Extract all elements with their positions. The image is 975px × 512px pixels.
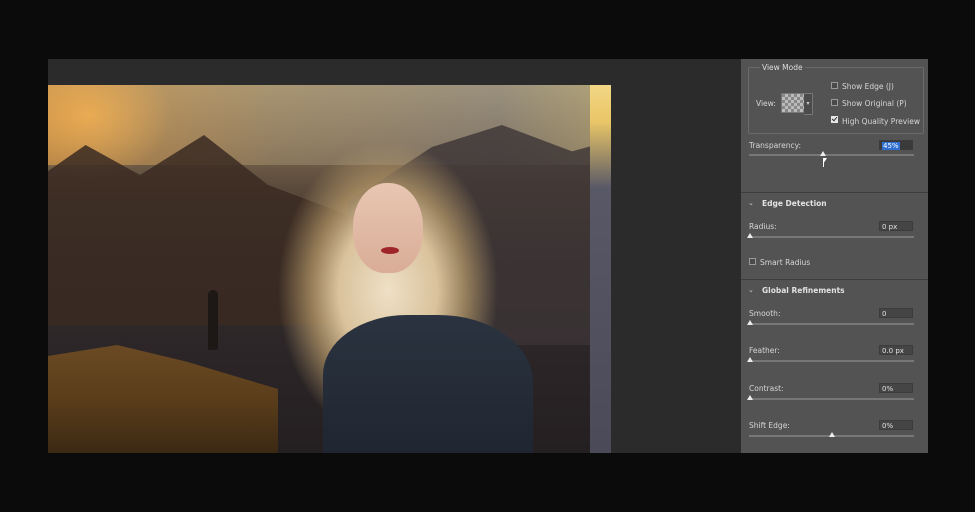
transparency-input[interactable]: 45%: [879, 140, 913, 150]
feather-slider-thumb[interactable]: [747, 357, 753, 362]
smooth-input[interactable]: 0: [879, 308, 913, 318]
feather-slider-track[interactable]: [749, 360, 914, 362]
smart-radius-checkbox[interactable]: [749, 258, 756, 265]
shift-edge-slider-thumb[interactable]: [829, 432, 835, 437]
view-label: View:: [756, 99, 776, 108]
shift-edge-input[interactable]: 0%: [879, 420, 913, 430]
photo-subject-body: [323, 315, 533, 453]
radius-slider-track[interactable]: [749, 236, 914, 238]
chevron-down-icon[interactable]: ⌄: [748, 286, 754, 294]
edge-detection-title: Edge Detection: [762, 199, 827, 208]
view-mode-title: View Mode: [760, 63, 805, 72]
feather-input[interactable]: 0.0 px: [879, 345, 913, 355]
checkerboard-icon[interactable]: [781, 93, 805, 113]
show-edge-checkbox[interactable]: [831, 82, 838, 89]
transparency-slider-thumb[interactable]: [820, 151, 827, 156]
chevron-down-icon[interactable]: ⌄: [748, 199, 754, 207]
edge-detection-header[interactable]: ⌄ Edge Detection: [741, 194, 928, 214]
transparency-value: 45%: [882, 142, 900, 150]
global-refinements-header[interactable]: ⌄ Global Refinements: [741, 281, 928, 301]
radius-slider-thumb[interactable]: [747, 233, 753, 238]
properties-panel: View Mode View: ▾ Show Edge (J) Show Ori…: [741, 59, 928, 453]
photo-ground: [48, 345, 278, 453]
show-original-checkbox[interactable]: [831, 99, 838, 106]
contrast-label: Contrast:: [749, 384, 784, 393]
select-and-mask-window: View Mode View: ▾ Show Edge (J) Show Ori…: [48, 59, 928, 453]
photo-distant-figure: [208, 290, 218, 350]
radius-label: Radius:: [749, 222, 777, 231]
photo-subject-lips: [381, 247, 399, 254]
smart-radius-label: Smart Radius: [760, 258, 811, 267]
smooth-slider-track[interactable]: [749, 323, 914, 325]
transparency-label: Transparency:: [749, 141, 802, 150]
high-quality-preview-label: High Quality Preview: [842, 117, 920, 126]
chevron-down-icon[interactable]: ▾: [804, 93, 813, 115]
show-original-label: Show Original (P): [842, 99, 907, 108]
smooth-slider-thumb[interactable]: [747, 320, 753, 325]
photo-canvas[interactable]: [48, 85, 611, 453]
shift-edge-label: Shift Edge:: [749, 421, 790, 430]
photo-subject-face: [353, 183, 423, 273]
smooth-label: Smooth:: [749, 309, 781, 318]
global-refinements-title: Global Refinements: [762, 286, 845, 295]
section-divider: [741, 279, 928, 280]
photo-right-edge: [590, 85, 611, 453]
canvas-area[interactable]: [48, 59, 741, 453]
contrast-slider-track[interactable]: [749, 398, 914, 400]
high-quality-preview-checkbox[interactable]: [831, 116, 838, 123]
feather-label: Feather:: [749, 346, 780, 355]
contrast-input[interactable]: 0%: [879, 383, 913, 393]
contrast-slider-thumb[interactable]: [747, 395, 753, 400]
transparency-slider-track[interactable]: [749, 154, 914, 156]
show-edge-label: Show Edge (J): [842, 82, 894, 91]
radius-input[interactable]: 0 px: [879, 221, 913, 231]
pointer-cursor-icon: [823, 158, 827, 167]
section-divider: [741, 192, 928, 193]
